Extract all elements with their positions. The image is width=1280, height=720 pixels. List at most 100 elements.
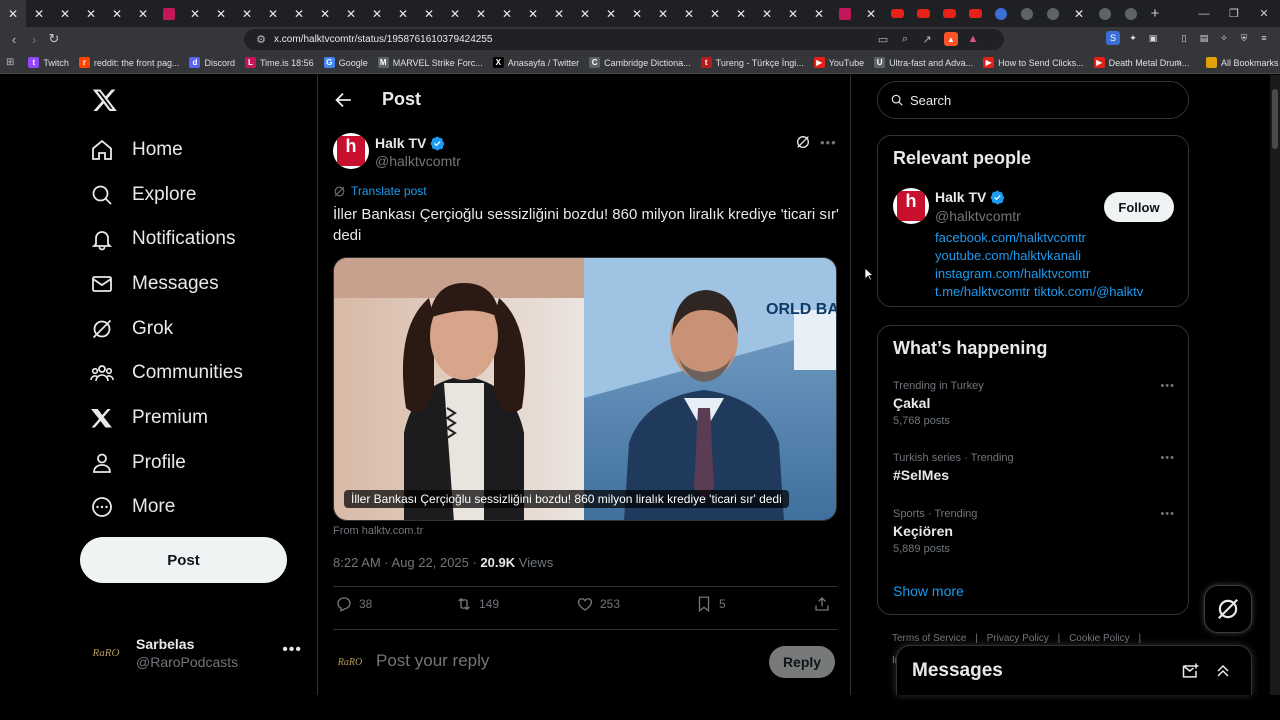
- browser-tab[interactable]: ✕: [572, 0, 598, 27]
- show-more-link[interactable]: Show more: [893, 583, 964, 599]
- bookmark-item[interactable]: d Discord: [189, 57, 235, 68]
- bookmark-action[interactable]: 5: [695, 595, 726, 613]
- footer-link[interactable]: Terms of Service: [892, 633, 966, 644]
- browser-tab[interactable]: ✕: [598, 0, 624, 27]
- browser-tab[interactable]: [1092, 0, 1118, 27]
- browser-tab[interactable]: ✕: [312, 0, 338, 27]
- forward-nav-icon[interactable]: ›: [24, 29, 44, 49]
- browser-tab[interactable]: [156, 0, 182, 27]
- search-box[interactable]: [877, 81, 1189, 119]
- browser-tab[interactable]: ✕: [208, 0, 234, 27]
- wallet-icon[interactable]: ▤: [1197, 31, 1211, 45]
- browser-tab[interactable]: ✕: [702, 0, 728, 27]
- more-icon[interactable]: •••: [820, 135, 837, 150]
- vpn-icon[interactable]: ⛨: [1237, 31, 1251, 45]
- more-icon[interactable]: •••: [1160, 508, 1175, 520]
- bookmark-item[interactable]: M MARVEL Strike Forc...: [377, 57, 483, 68]
- nav-item-explore[interactable]: Explore: [90, 175, 196, 215]
- back-arrow-icon[interactable]: [332, 89, 354, 111]
- close-window-button[interactable]: ✕: [1248, 0, 1280, 27]
- nav-item-notifications[interactable]: Notifications: [90, 219, 236, 259]
- reply-action[interactable]: 38: [335, 595, 372, 613]
- grok-floating-button[interactable]: [1204, 585, 1252, 633]
- reply-input[interactable]: [376, 651, 736, 671]
- grok-icon[interactable]: [795, 134, 811, 150]
- bio-link[interactable]: t.me/halktvcomtr tiktok.com/@halktv: [935, 283, 1143, 301]
- extension-s-icon[interactable]: S: [1106, 31, 1120, 45]
- nav-item-profile[interactable]: Profile: [90, 443, 186, 483]
- bio-link[interactable]: instagram.com/halktvcomtr: [935, 265, 1143, 283]
- browser-tab[interactable]: [884, 0, 910, 27]
- browser-tab[interactable]: ✕: [182, 0, 208, 27]
- browser-tab[interactable]: [910, 0, 936, 27]
- bookmark-item[interactable]: r reddit: the front pag...: [78, 57, 179, 68]
- browser-tab[interactable]: ✕: [78, 0, 104, 27]
- bio-link[interactable]: facebook.com/halktvcomtr: [935, 229, 1143, 247]
- bookmark-item[interactable]: C Cambridge Dictiona...: [589, 57, 691, 68]
- bookmark-item[interactable]: G Google: [323, 57, 368, 68]
- post-media[interactable]: ORLD BANK İller Bankası Çerçioğlu sessiz…: [333, 257, 837, 521]
- browser-tab[interactable]: ✕: [104, 0, 130, 27]
- share-icon[interactable]: ↗: [920, 32, 934, 46]
- bookmarks-overflow-icon[interactable]: »: [1176, 57, 1182, 68]
- browser-tab[interactable]: [1040, 0, 1066, 27]
- reload-icon[interactable]: ↻: [44, 29, 64, 49]
- bookmark-item[interactable]: L Time.is 18:56: [244, 57, 314, 68]
- sidebar-toggle-icon[interactable]: ▯: [1177, 31, 1191, 45]
- maximize-button[interactable]: ❐: [1218, 0, 1250, 27]
- post-button[interactable]: Post: [80, 537, 287, 583]
- browser-tab[interactable]: ✕: [338, 0, 364, 27]
- browser-tab[interactable]: ✕: [546, 0, 572, 27]
- browser-tab[interactable]: ✕: [650, 0, 676, 27]
- account-switcher[interactable]: RaRO Sarbelas @RaroPodcasts •••: [88, 631, 302, 675]
- translate-label[interactable]: Translate post: [351, 184, 427, 198]
- leo-ai-icon[interactable]: ✧: [1217, 31, 1231, 45]
- browser-tab[interactable]: ✕: [442, 0, 468, 27]
- active-browser-tab[interactable]: ✕: [0, 0, 26, 27]
- bookmark-item[interactable]: ▶ Death Metal Drum...: [1093, 57, 1189, 68]
- x-logo-icon[interactable]: [92, 87, 118, 113]
- author-handle[interactable]: @halktvcomtr: [375, 153, 461, 169]
- browser-tab[interactable]: ✕: [780, 0, 806, 27]
- browser-tab[interactable]: ✕: [728, 0, 754, 27]
- author-name-row[interactable]: Halk TV: [375, 135, 445, 151]
- bookmark-item[interactable]: t Twitch: [28, 57, 69, 68]
- nav-item-messages[interactable]: Messages: [90, 264, 219, 304]
- bio-link[interactable]: youtube.com/halktvkanali: [935, 247, 1143, 265]
- person-avatar[interactable]: h: [893, 188, 929, 224]
- browser-tab[interactable]: [1118, 0, 1144, 27]
- messages-drawer[interactable]: Messages: [896, 645, 1252, 695]
- author-avatar[interactable]: h: [333, 133, 369, 169]
- browser-tab[interactable]: ✕: [390, 0, 416, 27]
- trend-item[interactable]: Turkish series · Trending #SelMes •••: [893, 452, 1175, 483]
- author-name[interactable]: Halk TV: [375, 135, 426, 151]
- bookmark-item[interactable]: ▶ YouTube: [813, 57, 864, 68]
- browser-tab[interactable]: ✕: [260, 0, 286, 27]
- more-icon[interactable]: •••: [1160, 380, 1175, 392]
- repost-action[interactable]: 149: [455, 595, 499, 613]
- browser-tab[interactable]: ✕: [364, 0, 390, 27]
- share-action[interactable]: [813, 595, 837, 613]
- browser-tab[interactable]: ✕: [234, 0, 260, 27]
- scrollbar-thumb[interactable]: [1272, 89, 1278, 149]
- search-input[interactable]: [910, 92, 1170, 108]
- nav-item-home[interactable]: Home: [90, 130, 183, 170]
- browser-tab[interactable]: ✕: [754, 0, 780, 27]
- cast-icon[interactable]: ▭: [876, 32, 890, 46]
- browser-tab[interactable]: ✕: [494, 0, 520, 27]
- person-name[interactable]: Halk TV: [935, 189, 986, 205]
- extensions-icon[interactable]: ✦: [1126, 31, 1140, 45]
- reply-button[interactable]: Reply: [769, 646, 835, 678]
- browser-tab[interactable]: ✕: [806, 0, 832, 27]
- brave-rewards-icon[interactable]: ▲: [966, 32, 980, 46]
- nav-item-premium[interactable]: Premium: [90, 398, 208, 438]
- page-scrollbar[interactable]: [1270, 75, 1280, 695]
- footer-link[interactable]: Cookie Policy: [1069, 633, 1130, 644]
- person-name-row[interactable]: Halk TV: [935, 189, 1005, 205]
- browser-menu-icon[interactable]: ≡: [1257, 31, 1271, 45]
- new-tab-button[interactable]: +: [1144, 5, 1166, 22]
- translate-post-link[interactable]: Translate post: [333, 184, 427, 198]
- browser-tab[interactable]: ✕: [520, 0, 546, 27]
- browser-tab[interactable]: ✕: [676, 0, 702, 27]
- apps-grid-icon[interactable]: ⊞: [6, 57, 14, 68]
